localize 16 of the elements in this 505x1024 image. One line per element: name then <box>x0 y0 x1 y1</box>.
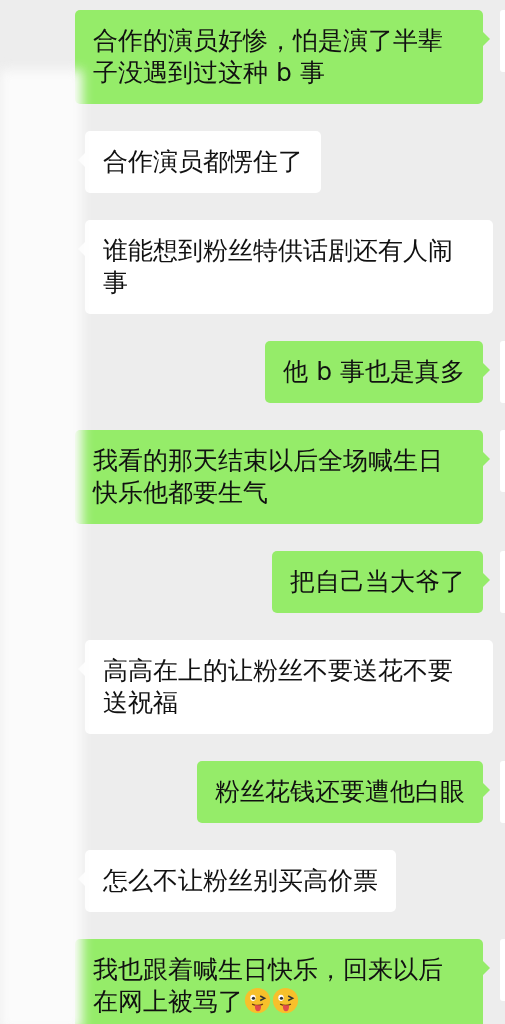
winking-face-icon <box>272 987 299 1014</box>
bubble-tail <box>483 452 490 466</box>
bubble-tail <box>483 32 490 46</box>
bubble-tail <box>483 961 490 975</box>
message-bubble: 怎么不让粉丝别买高价票 <box>85 850 396 912</box>
message-bubble: 合作的演员好惨，怕是演了半辈子没遇到过这种 b 事 <box>75 10 483 104</box>
message-bubble: 他 b 事也是真多 <box>265 341 483 403</box>
message-bubble: 把自己当大爷了 <box>272 551 483 613</box>
bubble-tail <box>483 363 490 377</box>
message-bubble: 合作演员都愣住了 <box>85 131 321 193</box>
bubble-tail <box>483 783 490 797</box>
bubble-tail <box>483 573 490 587</box>
message-bubble: 谁能想到粉丝特供话剧还有人闹事 <box>85 220 493 314</box>
message-bubble: 高高在上的让粉丝不要送花不要送祝福 <box>85 640 493 734</box>
message-bubble: 粉丝花钱还要遭他白眼 <box>197 761 483 823</box>
winking-face-icon <box>244 987 271 1014</box>
